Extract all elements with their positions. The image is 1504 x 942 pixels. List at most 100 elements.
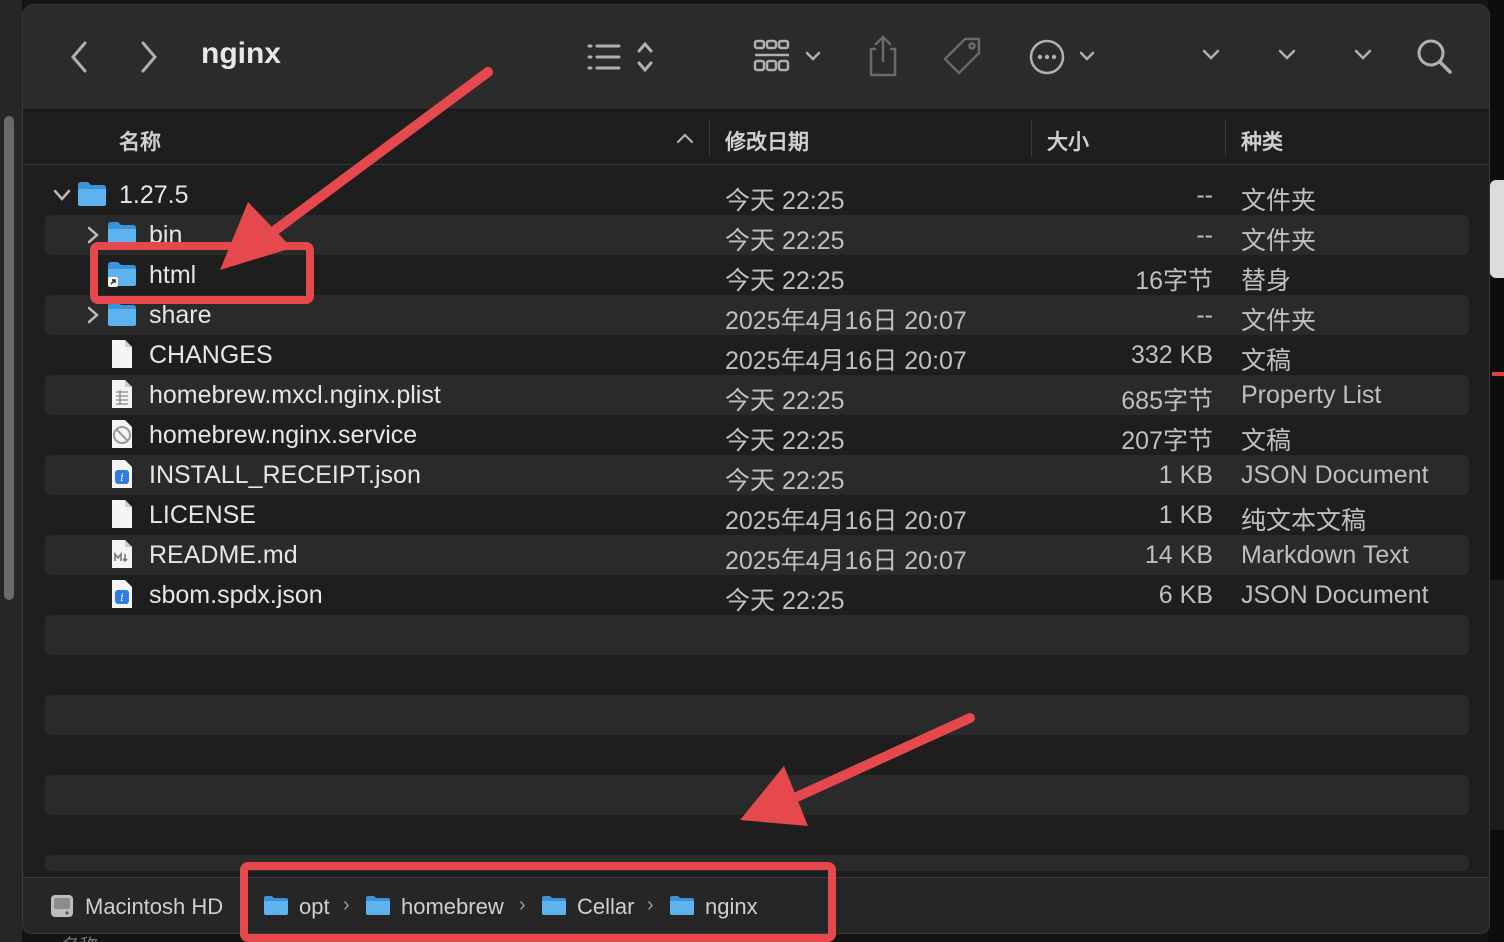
file-size: 685字节: [1121, 387, 1213, 415]
file-size: --: [1196, 301, 1213, 329]
folder-icon: [366, 896, 390, 915]
file-date: 今天 22:25: [725, 267, 845, 295]
background-accent-line: [1492, 372, 1504, 376]
background-panel: [1490, 580, 1504, 830]
finder-window: nginx 名称 修改日期 大小 种类 1.27.5 今天 22:25 -- 文…: [22, 4, 1490, 934]
column-divider[interactable]: [1031, 120, 1032, 156]
file-row[interactable]: homebrew.nginx.service 今天 22:25 207字节 文稿: [45, 415, 1469, 455]
file-date: 今天 22:25: [725, 427, 845, 455]
path-item-cellar[interactable]: Cellar: [577, 894, 634, 920]
chevron-down-icon: [1202, 49, 1220, 60]
path-item-nginx[interactable]: nginx: [705, 894, 758, 920]
file-name: homebrew.nginx.service: [149, 421, 418, 449]
file-size: 14 KB: [1144, 541, 1213, 569]
toolbar-dropdown-3[interactable]: [1351, 45, 1375, 70]
file-row[interactable]: CHANGES 2025年4月16日 20:07 332 KB 文稿: [45, 335, 1469, 375]
column-kind-header[interactable]: 种类: [1241, 126, 1283, 156]
file-size: 332 KB: [1130, 341, 1213, 369]
file-row[interactable]: share 2025年4月16日 20:07 -- 文件夹: [45, 295, 1469, 335]
file-row[interactable]: 1.27.5 今天 22:25 -- 文件夹: [45, 175, 1469, 215]
empty-row: [45, 775, 1469, 815]
folder-icon: [108, 222, 136, 246]
file-row[interactable]: README.md 2025年4月16日 20:07 14 KB Markdow…: [45, 535, 1469, 575]
file-kind: 文件夹: [1241, 227, 1317, 255]
empty-row: [45, 855, 1469, 871]
tag-icon: [943, 37, 981, 75]
grid-group-icon: [753, 39, 821, 72]
more-actions-button[interactable]: [1027, 37, 1103, 82]
toolbar: nginx: [23, 5, 1489, 110]
file-kind: JSON Document: [1241, 461, 1429, 489]
file-name: share: [149, 301, 212, 329]
background-scrollbar[interactable]: [4, 116, 14, 600]
forward-button[interactable]: [137, 39, 161, 80]
file-name: html: [149, 261, 197, 289]
folder-icon: [108, 302, 136, 326]
group-button[interactable]: [751, 37, 831, 82]
file-date: 2025年4月16日 20:07: [725, 507, 967, 535]
folder-icon: [264, 896, 288, 915]
file-size: 6 KB: [1158, 581, 1213, 609]
file-row[interactable]: bin 今天 22:25 -- 文件夹: [45, 215, 1469, 255]
file-date: 今天 22:25: [725, 227, 845, 255]
path-bar: Macintosh HD opt › homebrew › Cellar › n…: [23, 877, 1489, 933]
file-row[interactable]: homebrew.mxcl.nginx.plist 今天 22:25 685字节…: [45, 375, 1469, 415]
document-icon: [112, 500, 132, 528]
file-date: 2025年4月16日 20:07: [725, 307, 967, 335]
path-separator-icon: ›: [343, 894, 350, 916]
chevron-right-icon: [141, 41, 157, 73]
column-size-header[interactable]: 大小: [1047, 126, 1089, 156]
markdown-file-icon: [112, 540, 132, 568]
file-row[interactable]: i INSTALL_RECEIPT.json 今天 22:25 1 KB JSO…: [45, 455, 1469, 495]
column-divider[interactable]: [709, 120, 710, 156]
file-size: --: [1196, 221, 1213, 249]
tag-button[interactable]: [941, 35, 985, 84]
disclosure-collapsed-icon[interactable]: [81, 303, 103, 327]
toolbar-dropdown-1[interactable]: [1199, 45, 1223, 70]
file-name: 1.27.5: [119, 181, 189, 209]
svg-text:i: i: [120, 471, 124, 484]
column-name-header[interactable]: 名称: [119, 126, 161, 156]
file-name: README.md: [149, 541, 298, 569]
file-row[interactable]: LICENSE 2025年4月16日 20:07 1 KB 纯文本文稿: [45, 495, 1469, 535]
search-button[interactable]: [1415, 37, 1455, 82]
file-date: 2025年4月16日 20:07: [725, 347, 967, 375]
background-panel: [1490, 180, 1504, 278]
sort-ascending-icon: [676, 133, 694, 144]
file-kind: 文稿: [1241, 347, 1292, 375]
file-size: 1 KB: [1158, 501, 1213, 529]
file-row[interactable]: html 今天 22:25 16字节 替身: [45, 255, 1469, 295]
svg-text:i: i: [120, 591, 124, 604]
file-row[interactable]: i sbom.spdx.json 今天 22:25 6 KB JSON Docu…: [45, 575, 1469, 615]
share-button[interactable]: [865, 33, 901, 84]
path-item-homebrew[interactable]: homebrew: [401, 894, 504, 920]
json-file-icon: i: [112, 460, 132, 488]
file-kind: Property List: [1241, 381, 1382, 409]
window-title: nginx: [201, 37, 281, 70]
back-button[interactable]: [67, 39, 91, 80]
file-kind: 文稿: [1241, 427, 1292, 455]
file-date: 今天 22:25: [725, 467, 845, 495]
background-window-edge: [0, 0, 22, 942]
file-size: 207字节: [1121, 427, 1213, 455]
column-modified-header[interactable]: 修改日期: [725, 126, 809, 156]
document-icon: [112, 340, 132, 368]
file-date: 2025年4月16日 20:07: [725, 547, 967, 575]
file-date: 今天 22:25: [725, 187, 845, 215]
alias-folder-icon: [108, 262, 136, 287]
disclosure-collapsed-icon[interactable]: [81, 223, 103, 247]
service-file-icon: [112, 420, 132, 448]
view-options-button[interactable]: [585, 39, 665, 80]
column-divider[interactable]: [1225, 120, 1226, 156]
file-name: CHANGES: [149, 341, 273, 369]
path-item-disk[interactable]: Macintosh HD: [85, 894, 223, 920]
path-separator-icon: ›: [647, 894, 654, 916]
disclosure-expanded-icon[interactable]: [51, 183, 73, 207]
chevron-down-icon: [1278, 49, 1296, 60]
ellipsis-circle-icon: [1029, 39, 1095, 75]
path-item-opt[interactable]: opt: [299, 894, 330, 920]
empty-row: [45, 615, 1469, 655]
share-icon: [869, 35, 897, 77]
file-name: bin: [149, 221, 183, 249]
toolbar-dropdown-2[interactable]: [1275, 45, 1299, 70]
